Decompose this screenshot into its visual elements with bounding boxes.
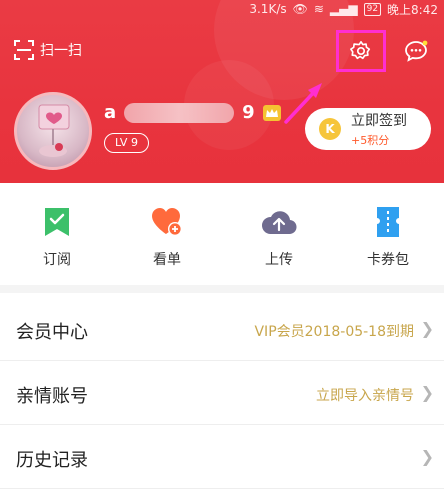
cloud-upload-icon [261, 211, 297, 235]
coin-icon: K [319, 118, 341, 140]
ticket-icon [377, 207, 399, 237]
clock: 晚上8:42 [387, 2, 438, 17]
quick-action-label: 卡券包 [367, 252, 409, 268]
scan-label: 扫一扫 [40, 43, 82, 59]
quick-action-coupons[interactable]: 卡券包 [353, 205, 423, 269]
scan-icon [14, 40, 34, 60]
menu-row-detail: VIP会员2018-05-18到期 [254, 324, 414, 340]
profile-header: 3.1K/s 👁 ≋ ▂▄▆ 92 晚上8:42 扫一扫 a 9 LV 9 K … [0, 0, 444, 183]
section-divider [0, 285, 444, 293]
quick-action-watchlist[interactable]: 看单 [132, 205, 202, 269]
quick-actions: 订阅 看单 上传 卡券包 [0, 183, 444, 285]
username: a 9 [104, 102, 281, 123]
username-prefix: a [104, 102, 117, 123]
vip-crown-icon [262, 104, 281, 121]
username-suffix: 9 [242, 102, 255, 123]
quick-action-upload[interactable]: 上传 [244, 205, 314, 269]
avatar-photo [38, 104, 70, 157]
status-bar: 3.1K/s 👁 ≋ ▂▄▆ 92 晚上8:42 [249, 0, 438, 18]
menu-row-detail: 立即导入亲情号 [316, 388, 414, 404]
network-speed: 3.1K/s [249, 2, 287, 16]
signin-label: 立即签到 [351, 113, 407, 129]
signal-icon: ▂▄▆ [329, 2, 358, 16]
chevron-right-icon: ❯ [420, 447, 434, 466]
avatar[interactable] [14, 92, 92, 170]
quick-action-label: 上传 [265, 252, 293, 268]
menu-row-title: 亲情账号 [16, 386, 88, 407]
chevron-right-icon: ❯ [420, 383, 434, 402]
signin-button[interactable]: K 立即签到 +5积分 [305, 108, 431, 150]
heart-plus-icon [152, 208, 182, 236]
quick-action-subscribe[interactable]: 订阅 [22, 205, 92, 269]
settings-button[interactable] [336, 30, 386, 72]
quick-action-label: 订阅 [43, 252, 71, 268]
level-badge: LV 9 [104, 133, 149, 153]
wifi-icon: ≋ [313, 2, 324, 16]
menu-row-title: 会员中心 [16, 322, 88, 343]
scan-button[interactable]: 扫一扫 [14, 40, 82, 60]
menu-row-family-account[interactable]: 亲情账号 立即导入亲情号 ❯ [0, 361, 444, 425]
signin-reward: +5积分 [351, 134, 390, 147]
bookmark-check-icon [45, 208, 69, 236]
menu-row-vip-center[interactable]: 会员中心 VIP会员2018-05-18到期 ❯ [0, 297, 444, 361]
battery-indicator: 92 [363, 2, 382, 16]
chevron-right-icon: ❯ [420, 319, 434, 338]
quick-action-label: 看单 [153, 252, 181, 268]
menu-row-history[interactable]: 历史记录 ❯ [0, 425, 444, 489]
eye-icon: 👁 [292, 2, 308, 16]
chat-bubble-icon [405, 40, 428, 62]
menu-row-title: 历史记录 [16, 450, 88, 471]
username-redacted [124, 102, 235, 123]
message-button[interactable] [404, 40, 428, 66]
gear-icon [350, 41, 371, 60]
